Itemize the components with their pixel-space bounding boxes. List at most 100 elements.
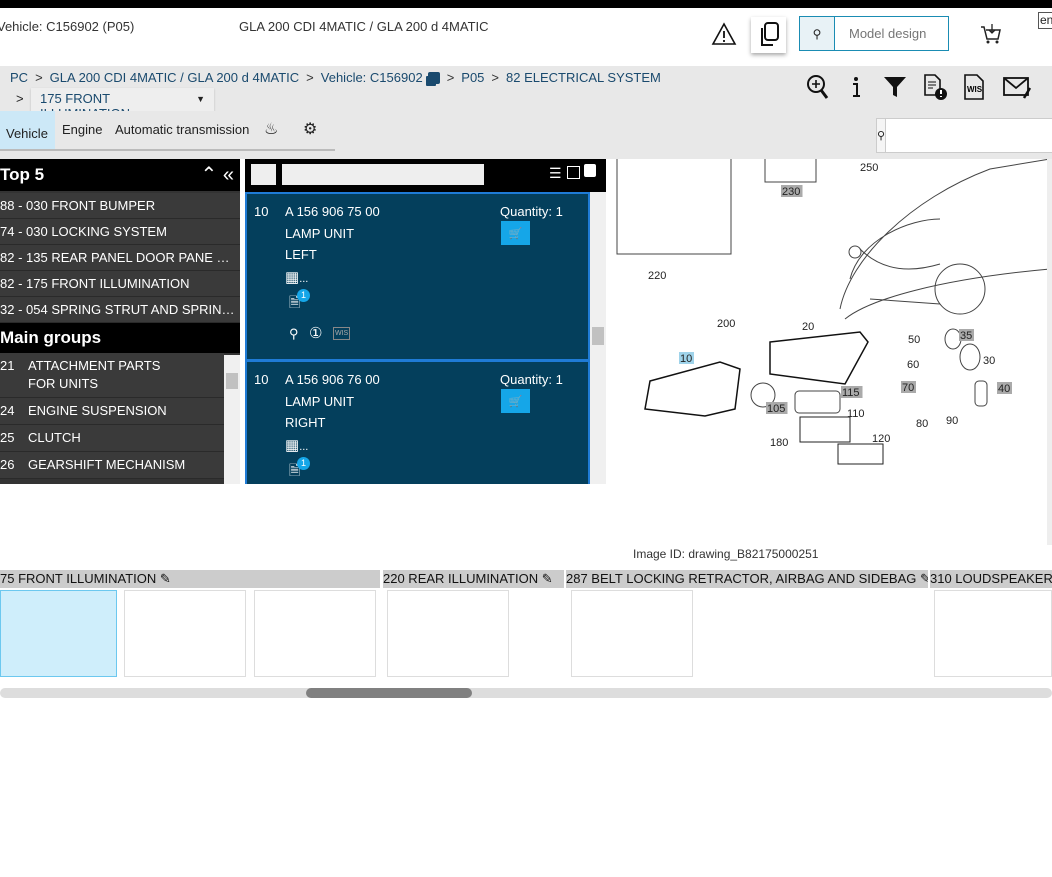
model-search-input[interactable] <box>835 17 948 50</box>
mail-icon[interactable] <box>1002 74 1032 100</box>
thumb-group-title[interactable]: 220 REAR ILLUMINATION ✎ <box>383 570 564 588</box>
top5-item[interactable]: 88 - 030 FRONT BUMPER <box>0 193 240 219</box>
part-side: RIGHT <box>285 415 326 430</box>
callout-20[interactable]: 20 <box>802 321 814 333</box>
parts-search[interactable]: ⚲ <box>876 118 1052 153</box>
callout-110[interactable]: 110 <box>847 408 865 420</box>
tab-engine[interactable]: Engine <box>56 115 108 147</box>
thumbnail[interactable] <box>254 590 376 677</box>
part-number[interactable]: A 156 906 76 00 <box>285 372 380 387</box>
thumbnail[interactable] <box>387 590 509 677</box>
callout-115[interactable]: 115 <box>842 387 860 399</box>
image-id-label: Image ID: drawing_B82175000251 <box>633 547 819 561</box>
info-icon[interactable] <box>844 74 868 100</box>
callout-50[interactable]: 50 <box>908 334 920 346</box>
breadcrumb-pc[interactable]: PC <box>10 70 28 85</box>
thumb-group-title[interactable]: 75 FRONT ILLUMINATION ✎ <box>0 570 380 588</box>
thumb-group-title[interactable]: 287 BELT LOCKING RETRACTOR, AIRBAG AND S… <box>566 570 928 588</box>
drawing-scrollbar[interactable] <box>1047 159 1052 545</box>
callout-60[interactable]: 60 <box>907 359 919 371</box>
part-row[interactable]: 10 A 156 906 76 00 LAMP UNIT RIGHT ▦... … <box>245 360 590 484</box>
table-icon[interactable]: ▦... <box>285 268 308 286</box>
search-icon[interactable]: ⚲ <box>800 17 835 50</box>
top5-item[interactable]: 82 - 135 REAR PANEL DOOR PANE WI... <box>0 245 240 271</box>
document-warning-icon[interactable] <box>922 73 948 101</box>
callout-35[interactable]: 35 <box>960 330 972 342</box>
subgroup-dropdown[interactable]: 175 FRONT ILLUMINATION ▼ <box>31 88 214 121</box>
breadcrumb: PC > GLA 200 CDI 4MATIC / GLA 200 d 4MATI… <box>0 66 1052 121</box>
callout-120[interactable]: 120 <box>872 433 890 445</box>
add-to-cart-button[interactable]: 🛒 <box>501 221 530 245</box>
zoom-in-icon[interactable] <box>806 74 830 100</box>
callout-230[interactable]: 230 <box>782 186 800 198</box>
breadcrumb-model[interactable]: GLA 200 CDI 4MATIC / GLA 200 d 4MATIC <box>50 70 300 85</box>
key-icon[interactable]: ⚲ <box>289 326 299 342</box>
copy-icon[interactable] <box>427 71 440 84</box>
breadcrumb-group[interactable]: 82 ELECTRICAL SYSTEM <box>506 70 661 85</box>
callout-200[interactable]: 200 <box>717 318 735 330</box>
language-select[interactable]: en <box>1038 12 1052 29</box>
notes-badge: 1 <box>297 289 310 302</box>
main-group-item[interactable]: 21 ATTACHMENT PARTS FOR UNITS <box>0 353 224 398</box>
copy-button[interactable] <box>751 17 786 53</box>
parts-search-input[interactable] <box>886 119 1052 152</box>
thumb-group-title[interactable]: 310 LOUDSPEAKER <box>930 570 1052 588</box>
thumbnail-selected[interactable] <box>0 590 117 677</box>
search-icon[interactable]: ⚲ <box>877 119 887 152</box>
part-name: LAMP UNIT <box>285 394 355 409</box>
parts-filter-input[interactable] <box>282 164 484 185</box>
thumbnail[interactable] <box>124 590 246 677</box>
add-to-cart-button[interactable]: 🛒 <box>501 389 530 413</box>
main-group-item[interactable]: 26 GEARSHIFT MECHANISM <box>0 452 224 479</box>
model-search[interactable]: ⚲ <box>799 16 949 51</box>
callout-250[interactable]: 250 <box>860 162 878 174</box>
callout-180[interactable]: 180 <box>770 437 788 449</box>
tools-icon[interactable]: ⚙ <box>303 119 317 139</box>
parts-scrollbar[interactable] <box>590 192 606 484</box>
thumbnail[interactable] <box>934 590 1052 677</box>
info-circle-icon[interactable]: ① <box>309 324 322 342</box>
main-group-item[interactable]: 25 CLUTCH <box>0 425 224 452</box>
chevron-down-icon: ▼ <box>196 94 205 104</box>
breadcrumb-p05[interactable]: P05 <box>461 70 484 85</box>
thumbnail[interactable] <box>571 590 693 677</box>
part-number[interactable]: A 156 906 75 00 <box>285 204 380 219</box>
callout-90[interactable]: 90 <box>946 415 958 427</box>
expand-icon[interactable] <box>567 166 580 179</box>
warning-icon[interactable] <box>710 20 738 48</box>
parts-list: ☰ 10 A 156 906 75 00 LAMP UNIT LEFT ▦...… <box>245 159 606 484</box>
top5-item[interactable]: 32 - 054 SPRING STRUT AND SPRING ... <box>0 297 240 323</box>
callout-105[interactable]: 105 <box>767 403 785 415</box>
tab-vehicle[interactable]: Vehicle <box>0 111 55 150</box>
wis-icon[interactable]: WIS <box>333 327 351 340</box>
select-all-box[interactable] <box>251 164 276 185</box>
callout-30[interactable]: 30 <box>983 355 995 367</box>
copy-icon[interactable] <box>584 164 596 177</box>
scrollbar-thumb[interactable] <box>306 688 472 698</box>
main-group-item[interactable]: 24 ENGINE SUSPENSION <box>0 398 224 425</box>
list-view-icon[interactable]: ☰ <box>549 165 562 182</box>
top5-item[interactable]: 82 - 175 FRONT ILLUMINATION <box>0 271 240 297</box>
paint-icon[interactable]: ♨ <box>264 119 278 139</box>
callout-220[interactable]: 220 <box>648 270 666 282</box>
tab-automatic-transmission[interactable]: Automatic transmission <box>109 115 255 147</box>
callout-70[interactable]: 70 <box>902 382 914 394</box>
callout-40[interactable]: 40 <box>998 383 1010 395</box>
callout-10[interactable]: 10 <box>680 353 692 365</box>
breadcrumb-vehicle[interactable]: Vehicle: C156902 <box>321 70 423 85</box>
collapse-icons[interactable]: ⌃ « <box>201 159 240 191</box>
filter-icon[interactable] <box>882 74 908 100</box>
wis-document-icon[interactable]: WIS <box>962 73 988 101</box>
part-quantity: Quantity: 1 <box>500 372 563 387</box>
table-icon[interactable]: ▦... <box>285 436 308 454</box>
thumbnail-scrollbar[interactable] <box>0 688 1052 698</box>
edit-icon: ✎ <box>541 571 553 586</box>
part-row[interactable]: 10 A 156 906 75 00 LAMP UNIT LEFT ▦... 🗎… <box>245 192 590 361</box>
chevron-up-icon[interactable]: ⌃ <box>201 164 218 186</box>
top5-item[interactable]: 74 - 030 LOCKING SYSTEM <box>0 219 240 245</box>
double-chevron-left-icon[interactable]: « <box>223 164 234 186</box>
cart-icon[interactable] <box>978 20 1004 48</box>
callout-80[interactable]: 80 <box>916 418 928 430</box>
main-groups-scrollbar[interactable] <box>224 355 240 484</box>
parts-drawing[interactable]: 250 230 220 200 20 10 105 115 110 180 120 50 35 30 60 7… <box>610 159 1052 545</box>
